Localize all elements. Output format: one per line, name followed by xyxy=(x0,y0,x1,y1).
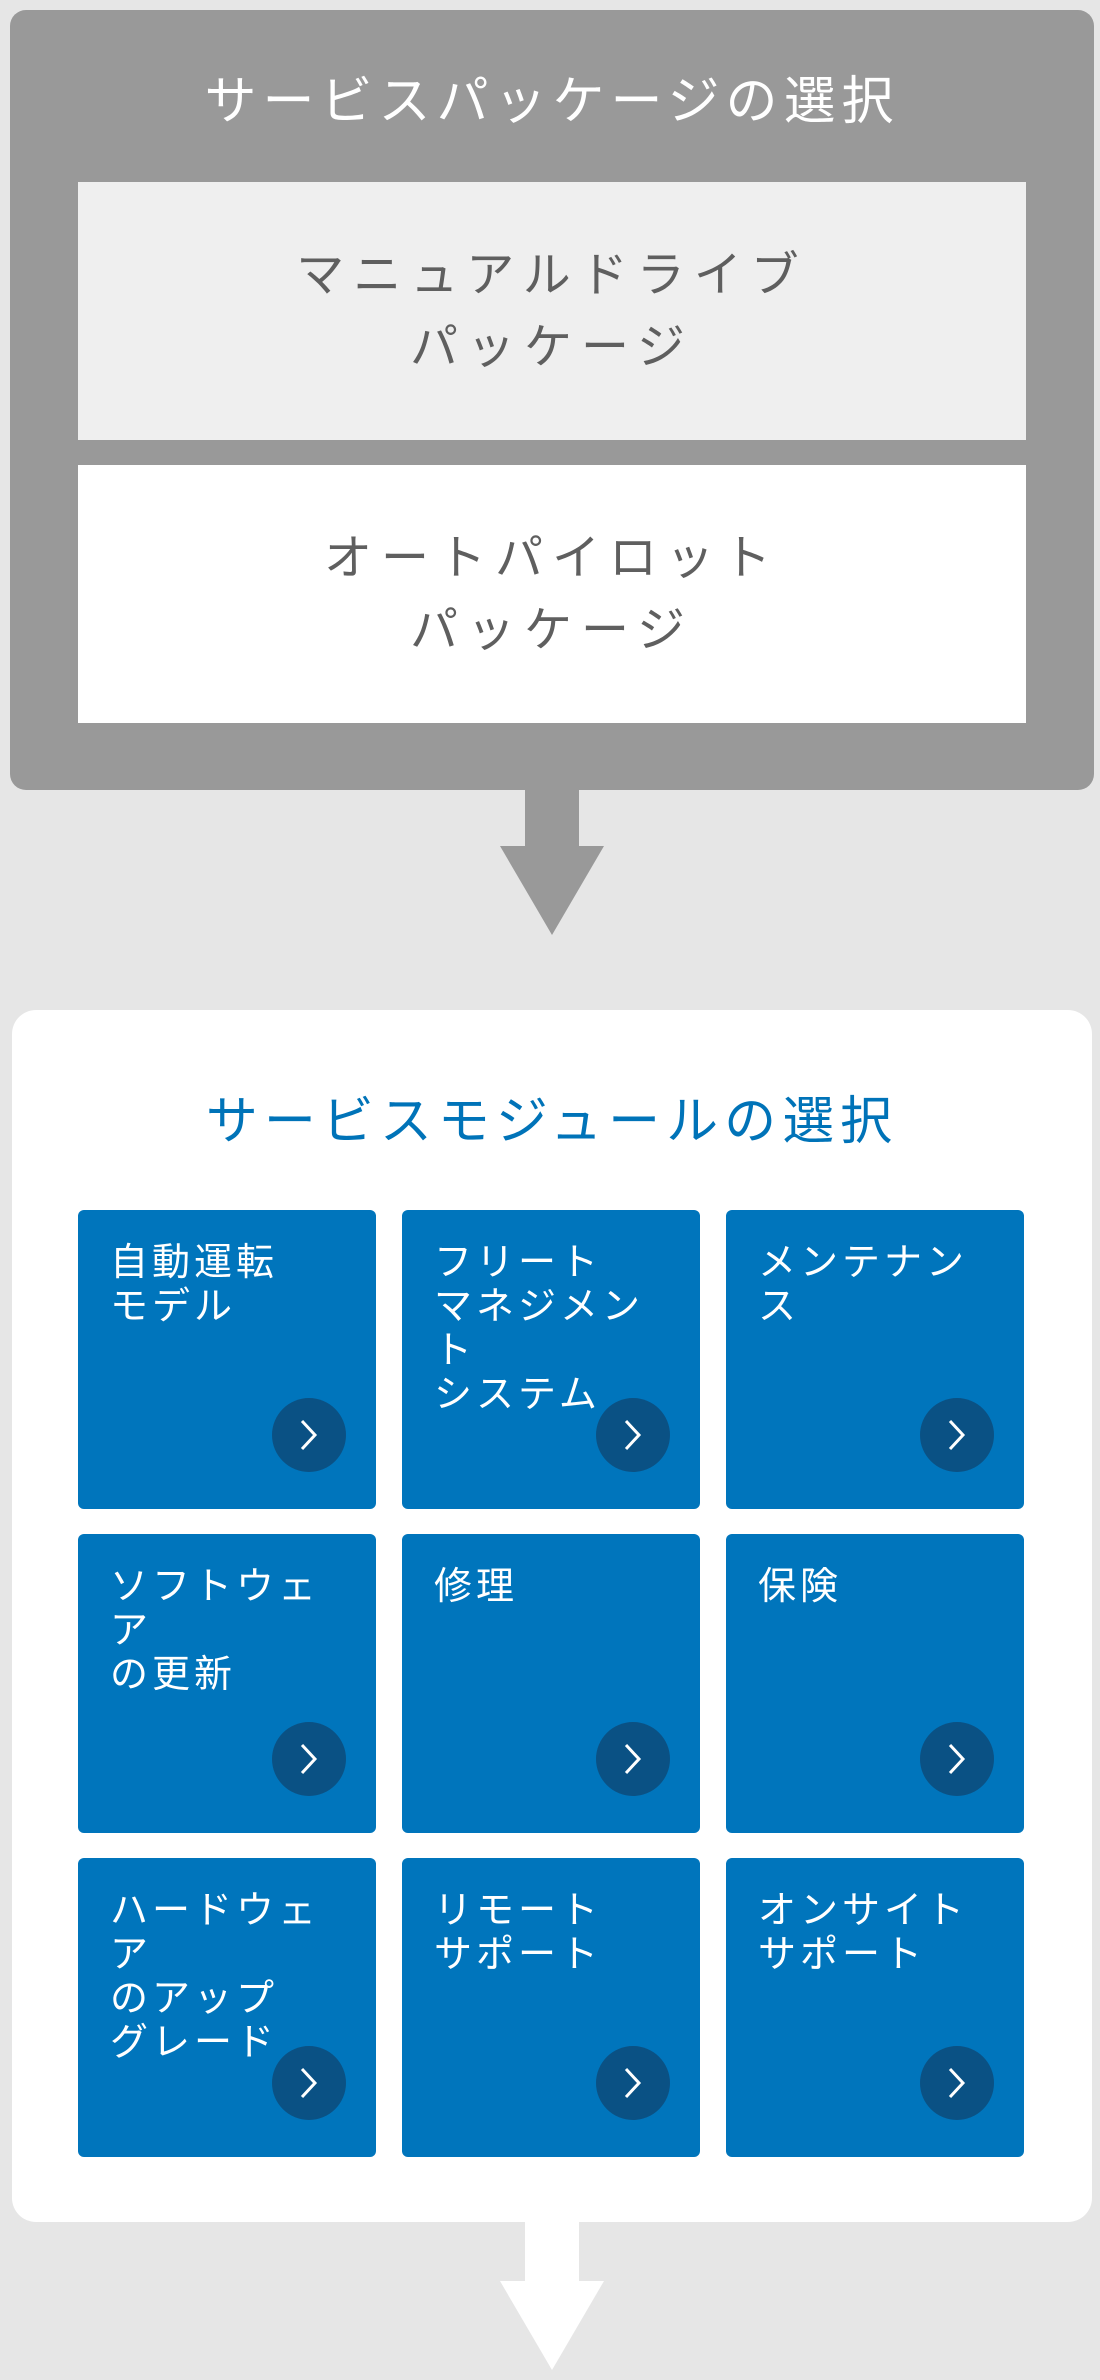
module-card-remote-support[interactable]: リモート サポート xyxy=(402,1858,700,2157)
module-label: ハードウェア のアップ グレード xyxy=(110,1888,321,2064)
module-card-fleet-management-system[interactable]: フリート マネジメント システム xyxy=(402,1210,700,1509)
module-card-repair[interactable]: 修理 xyxy=(402,1534,700,1833)
module-label: ソフトウェア の更新 xyxy=(110,1564,321,1696)
chevron-right-icon[interactable] xyxy=(920,1722,994,1796)
module-label: 自動運転 モデル xyxy=(110,1240,279,1328)
module-label: 修理 xyxy=(434,1564,519,1608)
chevron-right-icon[interactable] xyxy=(920,2046,994,2120)
chevron-right-icon[interactable] xyxy=(596,2046,670,2120)
arrow-down-icon xyxy=(500,2222,604,2370)
module-card-onsite-support[interactable]: オンサイト サポート xyxy=(726,1858,1024,2157)
arrow-down-icon xyxy=(500,790,604,935)
chevron-right-icon[interactable] xyxy=(596,1398,670,1472)
module-card-software-update[interactable]: ソフトウェア の更新 xyxy=(78,1534,376,1833)
module-label: オンサイト サポート xyxy=(758,1888,969,1976)
autopilot-package-label: オートパイロット パッケージ xyxy=(323,530,780,658)
chevron-right-icon[interactable] xyxy=(920,1398,994,1472)
manual-drive-package-label: マニュアルドライブ パッケージ xyxy=(296,247,808,375)
module-selection-panel: サービスモジュールの選択 自動運転 モデル フリート マネジメント システム メ… xyxy=(12,1010,1092,2222)
chevron-right-icon[interactable] xyxy=(272,1398,346,1472)
chevron-right-icon[interactable] xyxy=(596,1722,670,1796)
chevron-right-icon[interactable] xyxy=(272,1722,346,1796)
package-selection-panel: サービスパッケージの選択 マニュアルドライブ パッケージ オートパイロット パッ… xyxy=(10,10,1094,790)
module-grid: 自動運転 モデル フリート マネジメント システム メンテナンス ソフトウェア … xyxy=(78,1210,1028,2157)
module-card-autonomous-driving-model[interactable]: 自動運転 モデル xyxy=(78,1210,376,1509)
module-card-insurance[interactable]: 保険 xyxy=(726,1534,1024,1833)
module-card-hardware-upgrade[interactable]: ハードウェア のアップ グレード xyxy=(78,1858,376,2157)
chevron-right-icon[interactable] xyxy=(272,2046,346,2120)
module-label: メンテナンス xyxy=(758,1240,969,1328)
module-label: リモート サポート xyxy=(434,1888,603,1976)
module-label: 保険 xyxy=(758,1564,843,1608)
module-card-maintenance[interactable]: メンテナンス xyxy=(726,1210,1024,1509)
autopilot-package-option[interactable]: オートパイロット パッケージ xyxy=(78,465,1026,723)
module-selection-title: サービスモジュールの選択 xyxy=(205,1092,899,1152)
package-selection-title: サービスパッケージの選択 xyxy=(204,72,900,132)
manual-drive-package-option[interactable]: マニュアルドライブ パッケージ xyxy=(78,182,1026,440)
module-label: フリート マネジメント システム xyxy=(434,1240,645,1416)
